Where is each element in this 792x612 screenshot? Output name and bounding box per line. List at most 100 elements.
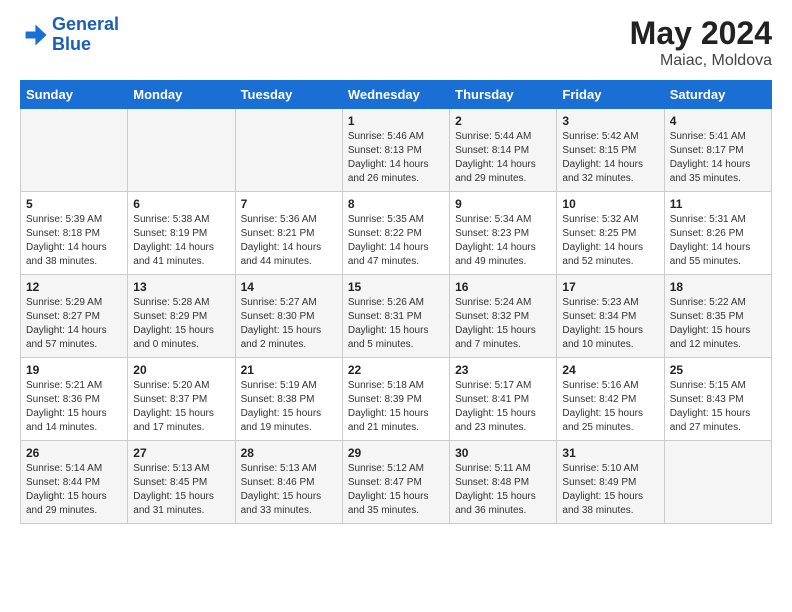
week-row-4: 26 Sunrise: 5:14 AM Sunset: 8:44 PM Dayli… [21,441,772,524]
cell-content: Sunrise: 5:13 AM Sunset: 8:46 PM Dayligh… [241,462,337,518]
day-number: 20 [133,363,229,377]
day-number: 14 [241,280,337,294]
cell-content: Sunrise: 5:19 AM Sunset: 8:38 PM Dayligh… [241,379,337,435]
calendar-header: SundayMondayTuesdayWednesdayThursdayFrid… [21,81,772,109]
calendar-cell: 24 Sunrise: 5:16 AM Sunset: 8:42 PM Dayli… [557,358,664,441]
calendar-cell: 19Sunrise: 5:21 AM Sunset: 8:36 PM Dayli… [21,358,128,441]
cell-content: Sunrise: 5:38 AM Sunset: 8:19 PM Dayligh… [133,213,229,269]
day-number: 25 [670,363,766,377]
day-number: 11 [670,197,766,211]
week-row-0: 1 Sunrise: 5:46 AM Sunset: 8:13 PM Daylig… [21,109,772,192]
header-saturday: Saturday [664,81,771,109]
cell-content: Sunrise: 5:36 AM Sunset: 8:21 PM Dayligh… [241,213,337,269]
calendar-cell: 12 Sunrise: 5:29 AM Sunset: 8:27 PM Dayli… [21,275,128,358]
calendar-cell: 14 Sunrise: 5:27 AM Sunset: 8:30 PM Dayli… [235,275,342,358]
sub-title: Maiac, Moldova [630,52,772,70]
day-number: 3 [562,114,658,128]
cell-content: Sunrise: 5:15 AM Sunset: 8:43 PM Dayligh… [670,379,766,435]
calendar-cell: 25 Sunrise: 5:15 AM Sunset: 8:43 PM Dayli… [664,358,771,441]
header-friday: Friday [557,81,664,109]
header-sunday: Sunday [21,81,128,109]
day-number: 6 [133,197,229,211]
cell-content: Sunrise: 5:13 AM Sunset: 8:45 PM Dayligh… [133,462,229,518]
cell-content: Sunrise: 5:17 AM Sunset: 8:41 PM Dayligh… [455,379,551,435]
calendar-cell: 7 Sunrise: 5:36 AM Sunset: 8:21 PM Daylig… [235,192,342,275]
calendar-cell: 13Sunrise: 5:28 AM Sunset: 8:29 PM Dayli… [128,275,235,358]
day-number: 18 [670,280,766,294]
main-title: May 2024 [630,15,772,52]
day-number: 7 [241,197,337,211]
logo-line2: Blue [52,35,119,55]
cell-content: Sunrise: 5:11 AM Sunset: 8:48 PM Dayligh… [455,462,551,518]
cell-content: Sunrise: 5:10 AM Sunset: 8:49 PM Dayligh… [562,462,658,518]
day-number: 12 [26,280,122,294]
cell-content: Sunrise: 5:12 AM Sunset: 8:47 PM Dayligh… [348,462,444,518]
calendar-table: SundayMondayTuesdayWednesdayThursdayFrid… [20,80,772,524]
cell-content: Sunrise: 5:34 AM Sunset: 8:23 PM Dayligh… [455,213,551,269]
day-number: 28 [241,446,337,460]
page: General Blue May 2024 Maiac, Moldova Sun… [0,0,792,612]
day-number: 24 [562,363,658,377]
day-number: 26 [26,446,122,460]
day-number: 10 [562,197,658,211]
day-number: 31 [562,446,658,460]
day-number: 21 [241,363,337,377]
cell-content: Sunrise: 5:23 AM Sunset: 8:34 PM Dayligh… [562,296,658,352]
day-number: 22 [348,363,444,377]
calendar-cell: 20 Sunrise: 5:20 AM Sunset: 8:37 PM Dayli… [128,358,235,441]
cell-content: Sunrise: 5:20 AM Sunset: 8:37 PM Dayligh… [133,379,229,435]
day-number: 1 [348,114,444,128]
day-number: 15 [348,280,444,294]
header-thursday: Thursday [450,81,557,109]
cell-content: Sunrise: 5:14 AM Sunset: 8:44 PM Dayligh… [26,462,122,518]
calendar-cell [128,109,235,192]
day-number: 29 [348,446,444,460]
calendar-cell: 27 Sunrise: 5:13 AM Sunset: 8:45 PM Dayli… [128,441,235,524]
cell-content: Sunrise: 5:26 AM Sunset: 8:31 PM Dayligh… [348,296,444,352]
calendar-cell: 16Sunrise: 5:24 AM Sunset: 8:32 PM Dayli… [450,275,557,358]
cell-content: Sunrise: 5:27 AM Sunset: 8:30 PM Dayligh… [241,296,337,352]
cell-content: Sunrise: 5:32 AM Sunset: 8:25 PM Dayligh… [562,213,658,269]
cell-content: Sunrise: 5:35 AM Sunset: 8:22 PM Dayligh… [348,213,444,269]
cell-content: Sunrise: 5:46 AM Sunset: 8:13 PM Dayligh… [348,130,444,186]
cell-content: Sunrise: 5:28 AM Sunset: 8:29 PM Dayligh… [133,296,229,352]
cell-content: Sunrise: 5:18 AM Sunset: 8:39 PM Dayligh… [348,379,444,435]
calendar-cell [664,441,771,524]
logo: General Blue [20,15,119,55]
calendar-cell: 23Sunrise: 5:17 AM Sunset: 8:41 PM Dayli… [450,358,557,441]
cell-content: Sunrise: 5:21 AM Sunset: 8:36 PM Dayligh… [26,379,122,435]
day-number: 17 [562,280,658,294]
header-monday: Monday [128,81,235,109]
cell-content: Sunrise: 5:41 AM Sunset: 8:17 PM Dayligh… [670,130,766,186]
cell-content: Sunrise: 5:39 AM Sunset: 8:18 PM Dayligh… [26,213,122,269]
logo-text: General Blue [52,15,119,55]
cell-content: Sunrise: 5:16 AM Sunset: 8:42 PM Dayligh… [562,379,658,435]
calendar-cell: 3 Sunrise: 5:42 AM Sunset: 8:15 PM Daylig… [557,109,664,192]
week-row-1: 5 Sunrise: 5:39 AM Sunset: 8:18 PM Daylig… [21,192,772,275]
day-number: 27 [133,446,229,460]
logo-line1: General [52,15,119,35]
calendar-cell: 17 Sunrise: 5:23 AM Sunset: 8:34 PM Dayli… [557,275,664,358]
cell-content: Sunrise: 5:42 AM Sunset: 8:15 PM Dayligh… [562,130,658,186]
day-number: 5 [26,197,122,211]
calendar-cell [235,109,342,192]
day-number: 9 [455,197,551,211]
calendar-cell: 8 Sunrise: 5:35 AM Sunset: 8:22 PM Daylig… [342,192,449,275]
logo-icon [20,21,48,49]
calendar-cell: 6 Sunrise: 5:38 AM Sunset: 8:19 PM Daylig… [128,192,235,275]
calendar-cell: 26 Sunrise: 5:14 AM Sunset: 8:44 PM Dayli… [21,441,128,524]
calendar-cell: 29 Sunrise: 5:12 AM Sunset: 8:47 PM Dayli… [342,441,449,524]
header-tuesday: Tuesday [235,81,342,109]
day-number: 8 [348,197,444,211]
title-block: May 2024 Maiac, Moldova [630,15,772,70]
calendar-cell: 28 Sunrise: 5:13 AM Sunset: 8:46 PM Dayli… [235,441,342,524]
cell-content: Sunrise: 5:22 AM Sunset: 8:35 PM Dayligh… [670,296,766,352]
cell-content: Sunrise: 5:29 AM Sunset: 8:27 PM Dayligh… [26,296,122,352]
calendar-cell: 5 Sunrise: 5:39 AM Sunset: 8:18 PM Daylig… [21,192,128,275]
cell-content: Sunrise: 5:31 AM Sunset: 8:26 PM Dayligh… [670,213,766,269]
calendar-cell: 2Sunrise: 5:44 AM Sunset: 8:14 PM Daylig… [450,109,557,192]
calendar-cell: 10 Sunrise: 5:32 AM Sunset: 8:25 PM Dayli… [557,192,664,275]
calendar-cell: 9 Sunrise: 5:34 AM Sunset: 8:23 PM Daylig… [450,192,557,275]
week-row-2: 12 Sunrise: 5:29 AM Sunset: 8:27 PM Dayli… [21,275,772,358]
calendar-cell: 21 Sunrise: 5:19 AM Sunset: 8:38 PM Dayli… [235,358,342,441]
